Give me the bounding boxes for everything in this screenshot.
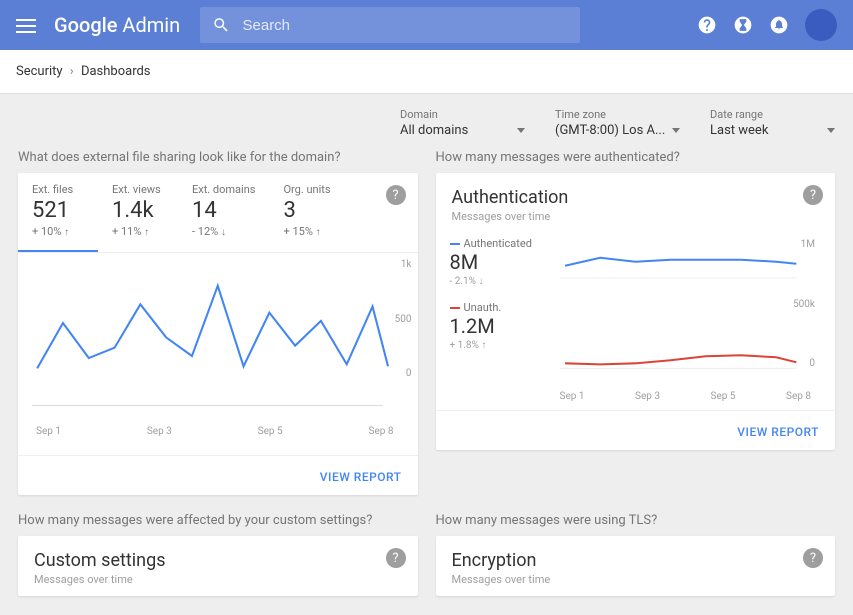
card-footer: VIEW REPORT xyxy=(18,455,418,495)
auth-chart: 1M500k0 Sep 1Sep 3Sep 5Sep 8 xyxy=(560,233,822,410)
card-question: How many messages were using TLS? xyxy=(436,513,836,528)
arrow-up-icon xyxy=(316,225,321,238)
auth-card: ? Authentication Messages over time Auth… xyxy=(436,173,836,450)
card-title: Authentication xyxy=(452,187,820,208)
caret-down-icon xyxy=(672,128,680,133)
filter-label: Date range xyxy=(710,108,835,121)
legend: Authenticated 8M - 2.1% Unauth. 1.2M + 1… xyxy=(450,233,560,410)
breadcrumb-current: Dashboards xyxy=(81,64,151,79)
filter-daterange[interactable]: Date range Last week xyxy=(710,108,835,140)
metrics-row: Ext. files 521 + 10% Ext. views 1.4k + 1… xyxy=(18,173,418,253)
sharing-section: What does external file sharing look lik… xyxy=(18,150,418,495)
multi-line-chart xyxy=(560,233,822,383)
x-axis-labels: Sep 1Sep 3Sep 5Sep 8 xyxy=(560,387,822,410)
logo: Google Admin xyxy=(54,13,180,37)
view-report-link[interactable]: VIEW REPORT xyxy=(320,470,402,484)
arrow-down-icon xyxy=(478,276,483,287)
card-subtitle: Messages over time xyxy=(34,573,402,586)
card-question: How many messages were affected by your … xyxy=(18,513,418,528)
x-axis-labels: Sep 1Sep 3Sep 5Sep 8 xyxy=(32,422,404,445)
hourglass-icon[interactable] xyxy=(733,15,753,35)
help-icon[interactable]: ? xyxy=(386,548,406,568)
card-header: Authentication Messages over time xyxy=(436,173,836,227)
avatar[interactable] xyxy=(805,9,837,41)
card-header: Encryption Messages over time xyxy=(436,536,836,590)
encryption-card: ? Encryption Messages over time xyxy=(436,536,836,596)
filter-value[interactable]: (GMT-8:00) Los A... xyxy=(555,123,680,140)
series-color-icon xyxy=(450,307,460,309)
filter-label: Time zone xyxy=(555,108,680,121)
line-chart xyxy=(32,263,404,418)
metric-ext-views[interactable]: Ext. views 1.4k + 11% xyxy=(98,173,178,252)
breadcrumb-parent[interactable]: Security xyxy=(16,64,63,79)
auth-body: Authenticated 8M - 2.1% Unauth. 1.2M + 1… xyxy=(436,227,836,410)
caret-down-icon xyxy=(827,128,835,133)
encryption-section: How many messages were using TLS? ? Encr… xyxy=(436,513,836,596)
filter-value[interactable]: All domains xyxy=(400,123,525,140)
auth-section: How many messages were authenticated? ? … xyxy=(436,150,836,495)
legend-authenticated: Authenticated 8M - 2.1% xyxy=(450,237,560,287)
breadcrumb: Security › Dashboards xyxy=(0,50,853,94)
search-box[interactable] xyxy=(200,7,580,43)
y-axis-labels: 1M500k0 xyxy=(793,239,815,369)
filter-domain[interactable]: Domain All domains xyxy=(400,108,525,140)
filter-value[interactable]: Last week xyxy=(710,123,835,140)
metric-ext-files[interactable]: Ext. files 521 + 10% xyxy=(18,173,98,252)
y-axis-labels: 1k5000 xyxy=(395,259,412,379)
arrow-up-icon xyxy=(64,225,69,238)
search-input[interactable] xyxy=(243,17,569,34)
custom-section: How many messages were affected by your … xyxy=(18,513,418,596)
view-report-link[interactable]: VIEW REPORT xyxy=(737,425,819,439)
card-question: How many messages were authenticated? xyxy=(436,150,836,165)
caret-down-icon xyxy=(517,128,525,133)
legend-unauth: Unauth. 1.2M + 1.8% xyxy=(450,301,560,351)
cards-grid: What does external file sharing look lik… xyxy=(0,150,853,596)
card-question: What does external file sharing look lik… xyxy=(18,150,418,165)
card-title: Encryption xyxy=(452,550,820,571)
arrow-down-icon xyxy=(221,225,226,238)
help-icon[interactable] xyxy=(697,15,717,35)
arrow-up-icon xyxy=(144,225,149,238)
filter-label: Domain xyxy=(400,108,525,121)
sharing-chart: 1k5000 Sep 1Sep 3Sep 5Sep 8 xyxy=(18,253,418,455)
logo-light: Admin xyxy=(117,13,180,37)
logo-bold: Google xyxy=(54,13,117,37)
card-subtitle: Messages over time xyxy=(452,573,820,586)
custom-card: ? Custom settings Messages over time xyxy=(18,536,418,596)
chevron-right-icon: › xyxy=(70,64,74,79)
series-color-icon xyxy=(450,243,460,245)
notifications-icon[interactable] xyxy=(769,15,789,35)
filters-row: Domain All domains Time zone (GMT-8:00) … xyxy=(0,94,853,150)
card-title: Custom settings xyxy=(34,550,402,571)
search-icon xyxy=(212,15,230,35)
sharing-card: ? Ext. files 521 + 10% Ext. views 1.4k +… xyxy=(18,173,418,495)
card-subtitle: Messages over time xyxy=(452,210,820,223)
help-icon[interactable]: ? xyxy=(386,185,406,205)
help-icon[interactable]: ? xyxy=(803,185,823,205)
metric-ext-domains[interactable]: Ext. domains 14 - 12% xyxy=(178,173,269,252)
filter-timezone[interactable]: Time zone (GMT-8:00) Los A... xyxy=(555,108,680,140)
metric-org-units[interactable]: Org. units 3 + 15% xyxy=(269,173,349,252)
card-footer: VIEW REPORT xyxy=(436,410,836,450)
hamburger-icon[interactable] xyxy=(16,15,36,35)
help-icon[interactable]: ? xyxy=(803,548,823,568)
card-header: Custom settings Messages over time xyxy=(18,536,418,590)
top-bar: Google Admin xyxy=(0,0,853,50)
arrow-up-icon xyxy=(481,340,486,351)
topbar-right xyxy=(697,9,837,41)
